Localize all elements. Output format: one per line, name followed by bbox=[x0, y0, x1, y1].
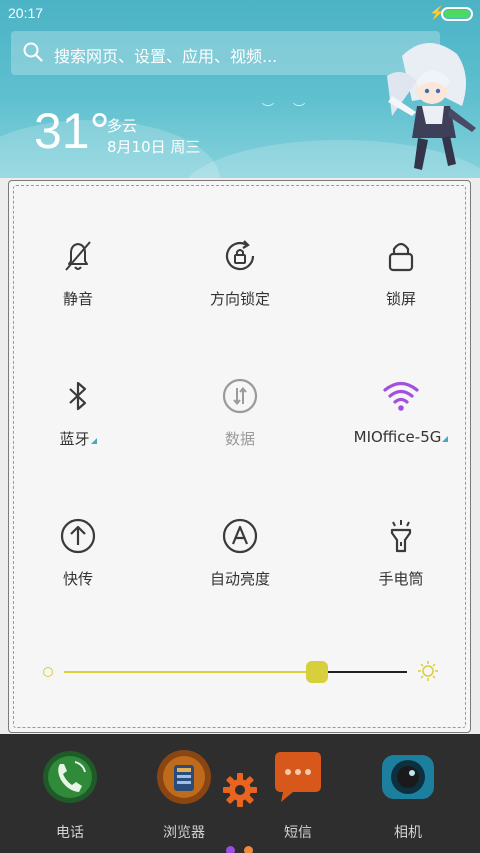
toggle-label: MIOffice-5G bbox=[353, 428, 442, 446]
date-label[interactable]: 8月10日 周三 bbox=[107, 136, 200, 157]
toggle-lock-screen[interactable]: 锁屏 bbox=[331, 236, 471, 309]
battery-icon bbox=[441, 7, 473, 21]
toggle-quick-transfer[interactable]: 快传 bbox=[8, 516, 148, 589]
brightness-low-icon bbox=[43, 667, 53, 677]
page-dot-active bbox=[226, 846, 235, 853]
weather-condition[interactable]: 多云 bbox=[107, 115, 137, 136]
page-indicator bbox=[226, 840, 262, 853]
app-phone[interactable]: 电话 bbox=[22, 748, 118, 842]
bell-off-icon bbox=[65, 241, 91, 271]
wifi-icon bbox=[383, 381, 419, 411]
search-icon bbox=[23, 42, 43, 62]
app-label: 相机 bbox=[394, 825, 422, 841]
status-bar: 20:17 ⚡ bbox=[0, 0, 480, 28]
toggle-label: 快传 bbox=[62, 570, 93, 588]
camera-icon bbox=[382, 755, 434, 799]
app-dock: 电话 浏览器 短信 相机 bbox=[0, 734, 480, 853]
more-options-indicator bbox=[90, 438, 97, 444]
slider-track-empty[interactable] bbox=[317, 671, 407, 673]
app-label: 浏览器 bbox=[163, 825, 205, 841]
slider-thumb[interactable] bbox=[306, 661, 328, 683]
wallpaper-header: 20:17 ⚡ 搜索网页、设置、应用、视频... ︶ ︶ 31° 多云 8月10… bbox=[0, 0, 480, 178]
toggle-flashlight[interactable]: 手电筒 bbox=[331, 516, 471, 589]
page-dot bbox=[244, 846, 253, 853]
temperature[interactable]: 31° bbox=[34, 106, 110, 156]
toggle-auto-brightness[interactable]: 自动亮度 bbox=[170, 516, 310, 589]
phone-icon bbox=[43, 751, 97, 803]
messages-icon bbox=[275, 752, 321, 802]
brightness-high-icon bbox=[418, 661, 438, 681]
browser-icon bbox=[157, 750, 211, 804]
app-label: 短信 bbox=[284, 825, 312, 841]
app-browser[interactable]: 浏览器 bbox=[136, 748, 232, 842]
toggle-label-wrap: MIOffice-5G bbox=[331, 428, 471, 446]
toggle-label: 蓝牙 bbox=[59, 430, 90, 448]
auto-brightness-icon bbox=[222, 518, 258, 554]
toggle-rotation-lock[interactable]: 方向锁定 bbox=[170, 236, 310, 309]
bluetooth-icon bbox=[69, 381, 87, 411]
rotation-lock-icon bbox=[225, 240, 255, 271]
toggle-bluetooth[interactable]: 蓝牙 bbox=[8, 376, 148, 449]
more-options-indicator bbox=[442, 436, 449, 442]
flashlight-icon bbox=[390, 520, 412, 553]
toggle-label: 手电筒 bbox=[378, 570, 424, 588]
toggle-label: 方向锁定 bbox=[209, 290, 270, 308]
toggle-label-wrap: 蓝牙 bbox=[8, 428, 148, 449]
settings-gear-icon[interactable] bbox=[222, 772, 258, 808]
app-camera[interactable]: 相机 bbox=[360, 748, 456, 842]
brightness-slider[interactable] bbox=[40, 660, 440, 684]
toggle-silent[interactable]: 静音 bbox=[8, 236, 148, 309]
app-label: 电话 bbox=[56, 825, 84, 841]
search-placeholder: 搜索网页、设置、应用、视频... bbox=[54, 47, 278, 66]
toggle-mobile-data[interactable]: 数据 bbox=[170, 376, 310, 449]
app-messages[interactable]: 短信 bbox=[250, 748, 346, 842]
toggle-wifi[interactable]: MIOffice-5G bbox=[331, 376, 471, 446]
slider-track-filled[interactable] bbox=[64, 671, 317, 673]
toggle-label: 自动亮度 bbox=[209, 570, 270, 588]
birds-decoration: ︶ ︶ bbox=[262, 102, 306, 116]
toggle-label: 锁屏 bbox=[385, 290, 416, 308]
toggle-label: 数据 bbox=[224, 430, 255, 448]
mobile-data-icon bbox=[222, 378, 258, 414]
upload-icon bbox=[60, 518, 96, 554]
lock-icon bbox=[388, 242, 414, 272]
clock: 20:17 bbox=[8, 5, 44, 21]
anime-character-illustration bbox=[387, 42, 476, 170]
toggle-label: 静音 bbox=[62, 290, 93, 308]
